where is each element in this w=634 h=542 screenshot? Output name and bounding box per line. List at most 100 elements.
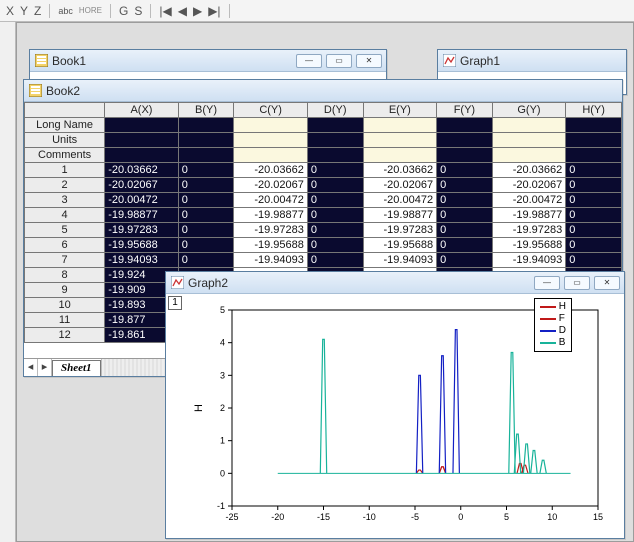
- cell[interactable]: -19.98877: [105, 208, 179, 223]
- minimize-button[interactable]: —: [534, 276, 560, 290]
- s-button[interactable]: S: [134, 4, 142, 18]
- cell[interactable]: 0: [178, 193, 234, 208]
- cell[interactable]: 0: [437, 163, 493, 178]
- close-button[interactable]: ✕: [356, 54, 382, 68]
- cell[interactable]: -19.97283: [105, 223, 179, 238]
- titlebar-book2[interactable]: Book2: [24, 80, 622, 102]
- cell[interactable]: 0: [178, 178, 234, 193]
- col-header[interactable]: E(Y): [363, 103, 437, 118]
- cell[interactable]: -20.03662: [363, 163, 437, 178]
- table-row[interactable]: 3-20.004720-20.004720-20.004720-20.00472…: [25, 193, 622, 208]
- cell[interactable]: 0: [178, 208, 234, 223]
- cell[interactable]: 0: [566, 193, 622, 208]
- cell[interactable]: 0: [437, 193, 493, 208]
- plot-area[interactable]: 1 -25-20-15-10-5051015-1012345H HFDB: [166, 294, 624, 538]
- cell[interactable]: -20.03662: [492, 163, 566, 178]
- window-graph2[interactable]: Graph2 — ▭ ✕ 1 -25-20-15-10-5051015-1012…: [165, 271, 625, 539]
- axis-z-button[interactable]: Z: [34, 4, 41, 18]
- row-header[interactable]: 5: [25, 223, 105, 238]
- cell[interactable]: -19.95688: [234, 238, 308, 253]
- maximize-button[interactable]: ▭: [564, 276, 590, 290]
- cell[interactable]: -20.00472: [105, 193, 179, 208]
- row-header[interactable]: 8: [25, 268, 105, 283]
- axis-x-button[interactable]: X: [6, 4, 14, 18]
- cell[interactable]: 0: [437, 178, 493, 193]
- col-header[interactable]: C(Y): [234, 103, 308, 118]
- col-header[interactable]: G(Y): [492, 103, 566, 118]
- cell[interactable]: -20.03662: [234, 163, 308, 178]
- cell[interactable]: 0: [566, 178, 622, 193]
- cell[interactable]: 0: [307, 208, 363, 223]
- row-header[interactable]: 1: [25, 163, 105, 178]
- last-button[interactable]: ▶|: [208, 4, 220, 18]
- cell[interactable]: 0: [437, 208, 493, 223]
- titlebar-graph1[interactable]: Graph1: [438, 50, 626, 72]
- row-header[interactable]: 6: [25, 238, 105, 253]
- col-header[interactable]: B(Y): [178, 103, 234, 118]
- table-row[interactable]: 6-19.956880-19.956880-19.956880-19.95688…: [25, 238, 622, 253]
- corner-cell[interactable]: [25, 103, 105, 118]
- table-row[interactable]: 2-20.020670-20.020670-20.020670-20.02067…: [25, 178, 622, 193]
- cell[interactable]: -20.02067: [492, 178, 566, 193]
- cell[interactable]: -19.98877: [363, 208, 437, 223]
- table-row[interactable]: 4-19.988770-19.988770-19.988770-19.98877…: [25, 208, 622, 223]
- cell[interactable]: -19.97283: [363, 223, 437, 238]
- cell[interactable]: -20.02067: [105, 178, 179, 193]
- cell[interactable]: -19.94093: [234, 253, 308, 268]
- cell[interactable]: -19.94093: [105, 253, 179, 268]
- cell[interactable]: 0: [566, 223, 622, 238]
- titlebar-graph2[interactable]: Graph2 — ▭ ✕: [166, 272, 624, 294]
- cell[interactable]: 0: [566, 238, 622, 253]
- meta-row-label[interactable]: Long Name: [25, 118, 105, 133]
- label-hore[interactable]: HORE: [79, 6, 102, 15]
- cell[interactable]: -19.98877: [492, 208, 566, 223]
- cell[interactable]: 0: [307, 178, 363, 193]
- cell[interactable]: 0: [178, 223, 234, 238]
- row-header[interactable]: 10: [25, 298, 105, 313]
- cell[interactable]: 0: [437, 238, 493, 253]
- maximize-button[interactable]: ▭: [326, 54, 352, 68]
- cell[interactable]: 0: [307, 223, 363, 238]
- tab-nav-next[interactable]: ▸: [38, 359, 52, 376]
- cell[interactable]: 0: [178, 163, 234, 178]
- cell[interactable]: -20.00472: [363, 193, 437, 208]
- first-button[interactable]: |◀: [159, 4, 171, 18]
- cell[interactable]: 0: [307, 193, 363, 208]
- cell[interactable]: 0: [566, 163, 622, 178]
- cell[interactable]: -20.00472: [234, 193, 308, 208]
- meta-row-label[interactable]: Units: [25, 133, 105, 148]
- cell[interactable]: -20.02067: [363, 178, 437, 193]
- close-button[interactable]: ✕: [594, 276, 620, 290]
- cell[interactable]: -20.03662: [105, 163, 179, 178]
- cell[interactable]: -19.98877: [234, 208, 308, 223]
- cell[interactable]: -19.94093: [492, 253, 566, 268]
- prev-button[interactable]: ◀: [178, 4, 187, 18]
- legend-item[interactable]: D: [540, 325, 566, 337]
- cell[interactable]: 0: [307, 238, 363, 253]
- next-button[interactable]: ▶: [193, 4, 202, 18]
- table-row[interactable]: 1-20.036620-20.036620-20.036620-20.03662…: [25, 163, 622, 178]
- legend-item[interactable]: B: [540, 337, 566, 349]
- cell[interactable]: 0: [437, 223, 493, 238]
- legend[interactable]: HFDB: [534, 298, 572, 352]
- cell[interactable]: -19.94093: [363, 253, 437, 268]
- col-header[interactable]: A(X): [105, 103, 179, 118]
- cell[interactable]: -19.95688: [105, 238, 179, 253]
- label-abc[interactable]: abc: [58, 6, 73, 16]
- cell[interactable]: -19.95688: [363, 238, 437, 253]
- col-header[interactable]: H(Y): [566, 103, 622, 118]
- row-header[interactable]: 11: [25, 313, 105, 328]
- cell[interactable]: 0: [307, 253, 363, 268]
- row-header[interactable]: 4: [25, 208, 105, 223]
- cell[interactable]: 0: [178, 238, 234, 253]
- minimize-button[interactable]: —: [296, 54, 322, 68]
- cell[interactable]: -20.02067: [234, 178, 308, 193]
- cell[interactable]: 0: [566, 253, 622, 268]
- table-row[interactable]: 5-19.972830-19.972830-19.972830-19.97283…: [25, 223, 622, 238]
- row-header[interactable]: 2: [25, 178, 105, 193]
- row-header[interactable]: 3: [25, 193, 105, 208]
- col-header[interactable]: F(Y): [437, 103, 493, 118]
- tab-nav-first[interactable]: ◂: [24, 359, 38, 376]
- g-button[interactable]: G: [119, 4, 128, 18]
- cell[interactable]: 0: [437, 253, 493, 268]
